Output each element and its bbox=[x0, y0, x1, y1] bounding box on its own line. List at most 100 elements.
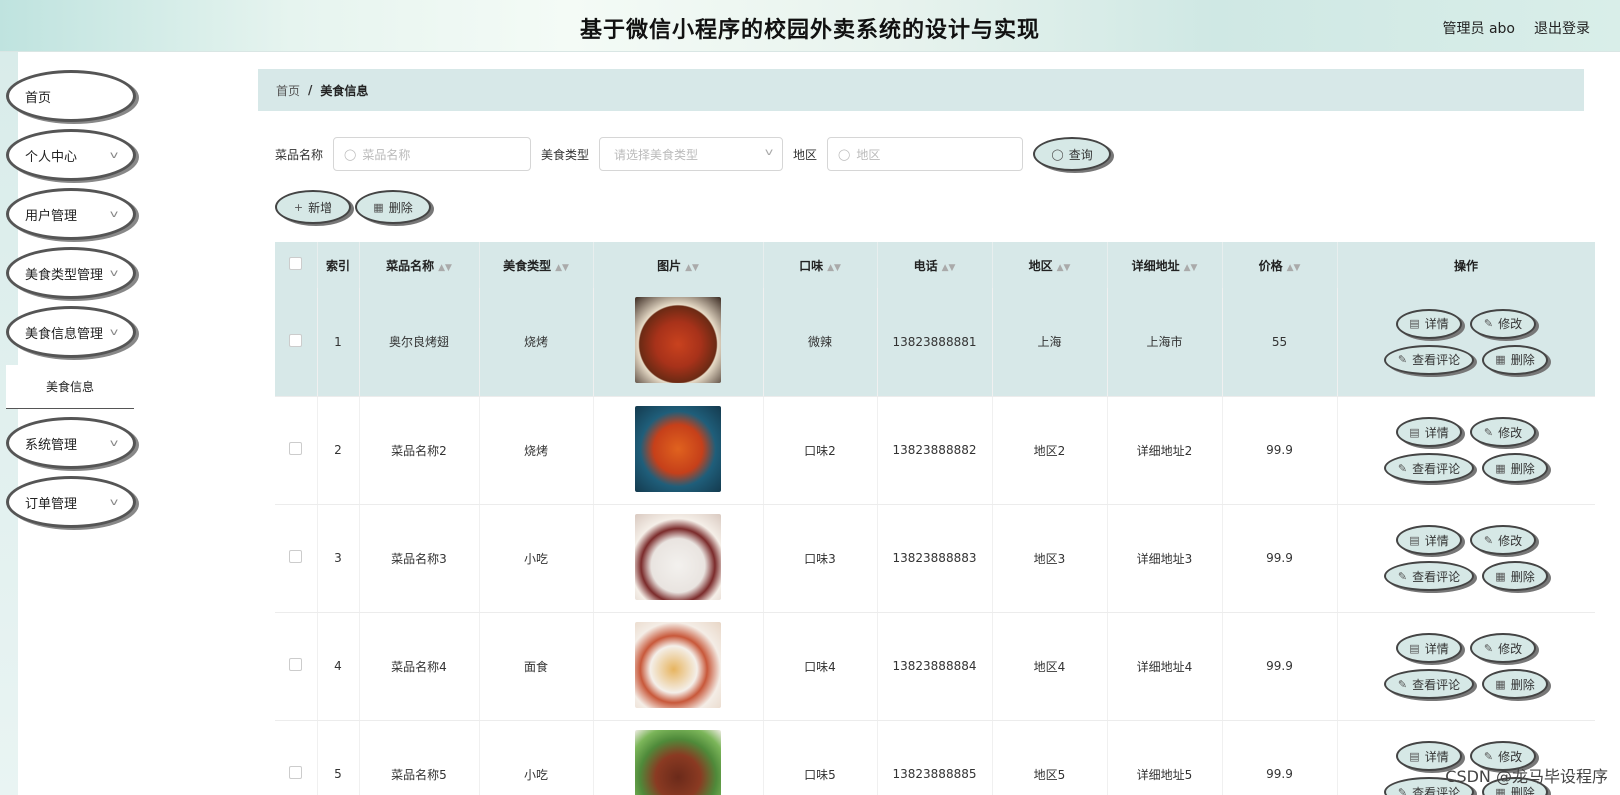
cell-taste: 微辣 bbox=[763, 288, 878, 397]
delete-button[interactable]: ▦ 删除 bbox=[1482, 453, 1548, 483]
header-actions: 操作 bbox=[1337, 242, 1595, 288]
sidebar-item-orders[interactable]: 订单管理 v bbox=[6, 476, 136, 528]
search-form: 菜品名称 ◯ 菜品名称 美食类型 请选择美食类型 v 地区 ◯ 地区 ◯ 查询 bbox=[275, 137, 1112, 171]
header-taste[interactable]: 口味 ▲▼ bbox=[763, 242, 878, 288]
edit-button[interactable]: ✎ 修改 bbox=[1470, 308, 1536, 339]
sidebar-item-home[interactable]: 首页 bbox=[6, 70, 136, 122]
sidebar-item-users[interactable]: 用户管理 v bbox=[6, 188, 136, 240]
sort-icon[interactable]: ▲▼ bbox=[685, 263, 699, 273]
food-image[interactable] bbox=[635, 513, 721, 600]
table-row: 3 菜品名称3 小吃 口味3 13823888883 地区3 详细地址3 99.9 ▤ 详情 ✎ 修改… bbox=[275, 504, 1595, 613]
row-checkbox[interactable] bbox=[289, 333, 303, 347]
name-search-input[interactable]: ◯ 菜品名称 bbox=[333, 137, 532, 171]
food-image[interactable] bbox=[635, 621, 721, 708]
view-comments-button[interactable]: ✎ 查看评论 bbox=[1384, 669, 1474, 699]
admin-name: 管理员 abo bbox=[1442, 21, 1515, 37]
header-price[interactable]: 价格 ▲▼ bbox=[1222, 242, 1338, 288]
breadcrumb-home[interactable]: 首页 bbox=[276, 82, 300, 99]
sidebar-item-food-types[interactable]: 美食类型管理 v bbox=[6, 247, 136, 299]
cell-taste: 口味3 bbox=[763, 504, 878, 613]
cell-index: 3 bbox=[317, 504, 360, 613]
sidebar-item-profile[interactable]: 个人中心 v bbox=[6, 129, 136, 181]
detail-button[interactable]: ▤ 详情 bbox=[1396, 633, 1462, 663]
food-image[interactable] bbox=[635, 297, 721, 384]
region-search-input[interactable]: ◯ 地区 bbox=[827, 137, 1024, 171]
row-select-cell[interactable] bbox=[275, 396, 318, 505]
watermark: CSDN @龙马毕设程序 bbox=[1445, 767, 1608, 786]
name-label: 菜品名称 bbox=[275, 147, 324, 162]
edit-button[interactable]: ✎ 修改 bbox=[1470, 417, 1536, 447]
cell-price: 99.9 bbox=[1222, 504, 1338, 613]
header-index: 索引 bbox=[317, 242, 360, 288]
submenu-food-info[interactable]: 美食信息 bbox=[6, 365, 134, 409]
cell-type: 烧烤 bbox=[479, 288, 594, 397]
row-checkbox[interactable] bbox=[289, 442, 303, 455]
cell-type: 烧烤 bbox=[479, 396, 594, 505]
cell-actions: ▤ 详情 ✎ 修改 ✎ 查看评论 ▦ 删除 bbox=[1337, 612, 1595, 721]
batch-delete-button[interactable]: ▦ 删除 bbox=[355, 190, 431, 224]
cell-address: 详细地址4 bbox=[1107, 612, 1223, 721]
header-region[interactable]: 地区 ▲▼ bbox=[992, 242, 1108, 288]
header-image[interactable]: 图片 ▲▼ bbox=[593, 242, 764, 288]
row-checkbox[interactable] bbox=[289, 766, 303, 779]
trash-icon: ▦ bbox=[373, 200, 384, 214]
chevron-down-icon: v bbox=[109, 150, 119, 161]
table-row: 5 菜品名称5 小吃 口味5 13823888885 地区5 详细地址5 99.9 ▤ 详情 ✎ 修改… bbox=[275, 720, 1595, 795]
select-all-checkbox[interactable] bbox=[289, 257, 303, 270]
pencil-icon: ✎ bbox=[1397, 461, 1408, 475]
sort-icon[interactable]: ▲▼ bbox=[1057, 263, 1071, 273]
sort-icon[interactable]: ▲▼ bbox=[827, 263, 841, 273]
select-all-header[interactable] bbox=[275, 242, 318, 288]
view-comments-button[interactable]: ✎ 查看评论 bbox=[1384, 561, 1474, 591]
food-type-select[interactable]: 请选择美食类型 v bbox=[599, 137, 784, 171]
query-button[interactable]: ◯ 查询 bbox=[1033, 137, 1112, 171]
sort-icon[interactable]: ▲▼ bbox=[942, 263, 956, 273]
cell-phone: 13823888882 bbox=[877, 396, 993, 505]
delete-button[interactable]: ▦ 删除 bbox=[1482, 344, 1548, 375]
add-button[interactable]: + 新增 bbox=[275, 190, 351, 224]
header-address[interactable]: 详细地址 ▲▼ bbox=[1107, 242, 1223, 288]
header-type[interactable]: 美食类型 ▲▼ bbox=[479, 242, 594, 288]
chevron-down-icon: v bbox=[109, 268, 119, 279]
view-comments-button[interactable]: ✎ 查看评论 bbox=[1384, 344, 1474, 375]
row-select-cell[interactable] bbox=[275, 612, 318, 721]
trash-icon: ▦ bbox=[1495, 677, 1506, 691]
sort-icon[interactable]: ▲▼ bbox=[438, 263, 452, 273]
pencil-icon: ✎ bbox=[1483, 641, 1494, 655]
breadcrumb-separator: / bbox=[308, 83, 313, 97]
sort-icon[interactable]: ▲▼ bbox=[1287, 263, 1301, 273]
breadcrumb-current: 美食信息 bbox=[320, 83, 369, 98]
cell-index: 5 bbox=[317, 720, 360, 795]
sort-icon[interactable]: ▲▼ bbox=[555, 263, 569, 273]
detail-button[interactable]: ▤ 详情 bbox=[1396, 525, 1462, 555]
cell-region: 上海 bbox=[992, 288, 1108, 397]
header-phone[interactable]: 电话 ▲▼ bbox=[877, 242, 993, 288]
sidebar-item-label: 系统管理 bbox=[25, 437, 78, 453]
trash-icon: ▦ bbox=[1495, 353, 1506, 367]
sidebar-item-food-info[interactable]: 美食信息管理 v bbox=[6, 306, 136, 358]
table-header-row: 索引 菜品名称 ▲▼ 美食类型 ▲▼ 图片 ▲▼ 口味 ▲▼ 电话 ▲▼ 地区 ▲▼ 详细地… bbox=[275, 242, 1595, 288]
row-select-cell[interactable] bbox=[275, 504, 318, 613]
view-comments-button[interactable]: ✎ 查看评论 bbox=[1384, 453, 1474, 483]
edit-button[interactable]: ✎ 修改 bbox=[1470, 525, 1536, 555]
detail-button[interactable]: ▤ 详情 bbox=[1396, 417, 1462, 447]
delete-button[interactable]: ▦ 删除 bbox=[1482, 561, 1548, 591]
sidebar-item-label: 个人中心 bbox=[25, 149, 78, 165]
food-image[interactable] bbox=[635, 729, 721, 795]
type-label: 美食类型 bbox=[541, 147, 590, 162]
header-name[interactable]: 菜品名称 ▲▼ bbox=[359, 242, 480, 288]
edit-button[interactable]: ✎ 修改 bbox=[1470, 633, 1536, 663]
detail-button[interactable]: ▤ 详情 bbox=[1396, 308, 1462, 339]
food-image[interactable] bbox=[635, 405, 721, 492]
delete-button[interactable]: ▦ 删除 bbox=[1482, 669, 1548, 699]
table-row: 2 菜品名称2 烧烤 口味2 13823888882 地区2 详细地址2 99.9 ▤ 详情 ✎ 修改… bbox=[275, 396, 1595, 505]
sidebar-item-system[interactable]: 系统管理 v bbox=[6, 417, 136, 469]
sidebar-item-label: 美食类型管理 bbox=[25, 267, 104, 283]
row-checkbox[interactable] bbox=[289, 658, 303, 671]
sort-icon[interactable]: ▲▼ bbox=[1184, 263, 1198, 273]
pencil-icon: ✎ bbox=[1397, 677, 1408, 691]
row-select-cell[interactable] bbox=[275, 720, 318, 795]
row-select-cell[interactable] bbox=[275, 288, 318, 397]
logout-link[interactable]: 退出登录 bbox=[1534, 18, 1590, 38]
row-checkbox[interactable] bbox=[289, 550, 303, 563]
